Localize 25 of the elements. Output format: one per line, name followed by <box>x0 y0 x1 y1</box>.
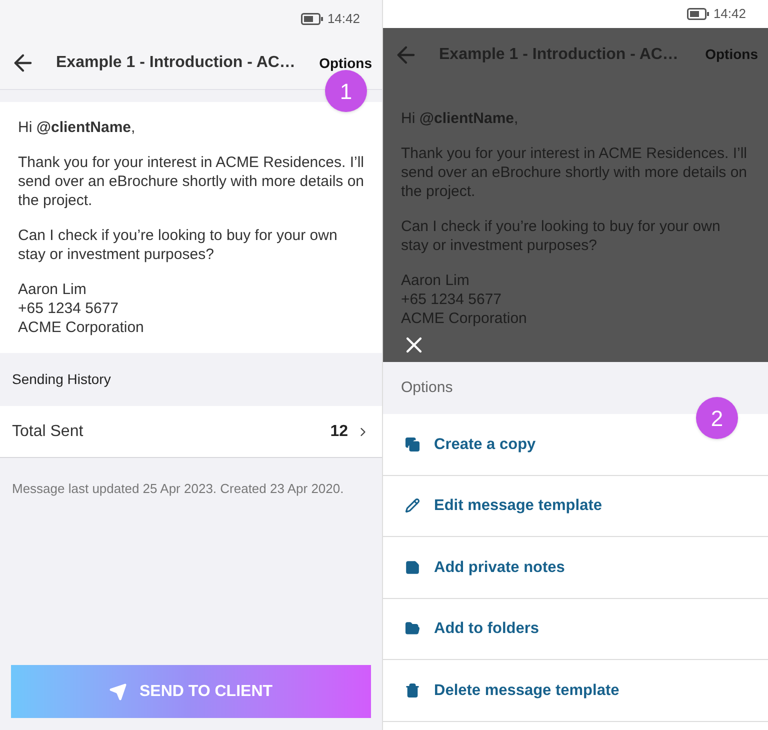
header-title: Example 1 - Introduction - AC… <box>56 53 296 73</box>
sheet-title: Options <box>401 378 453 398</box>
update-note: Message last updated 25 Apr 2023. Created 23 Apr 2020. <box>11 480 345 498</box>
signature-line: Aaron Lim <box>18 280 88 299</box>
signature-line: ACME Corporation <box>18 318 145 337</box>
delete-icon <box>405 682 420 698</box>
folder-icon <box>405 621 420 636</box>
row-value: 12 <box>330 422 348 442</box>
signature-line: +65 1234 5677 <box>401 290 503 309</box>
clock-time: 14:42 <box>713 5 746 24</box>
note-icon <box>405 560 420 575</box>
signature-line: +65 1234 5677 <box>18 299 120 318</box>
message-paragraph: Can I check if you’re looking to buy for your own stay or investment purposes? <box>18 226 338 264</box>
copy-icon <box>405 436 420 452</box>
greeting-text: Hi @clientName, <box>18 118 136 137</box>
battery-icon <box>301 12 324 24</box>
battery-icon <box>687 8 710 20</box>
paper-plane-icon <box>109 682 128 700</box>
signature-line: ACME Corporation <box>401 309 528 328</box>
message-paragraph: Thank you for your interest in ACME Residences. I’ll send over an eBrochure shortly with more details on the project. <box>18 153 364 210</box>
total-sent-row[interactable]: Total Sent 12 <box>0 406 382 458</box>
row-label: Total Sent <box>12 422 84 442</box>
clock-time: 14:42 <box>327 10 360 28</box>
edit-icon <box>405 498 420 514</box>
section-title: Sending History <box>12 370 111 389</box>
